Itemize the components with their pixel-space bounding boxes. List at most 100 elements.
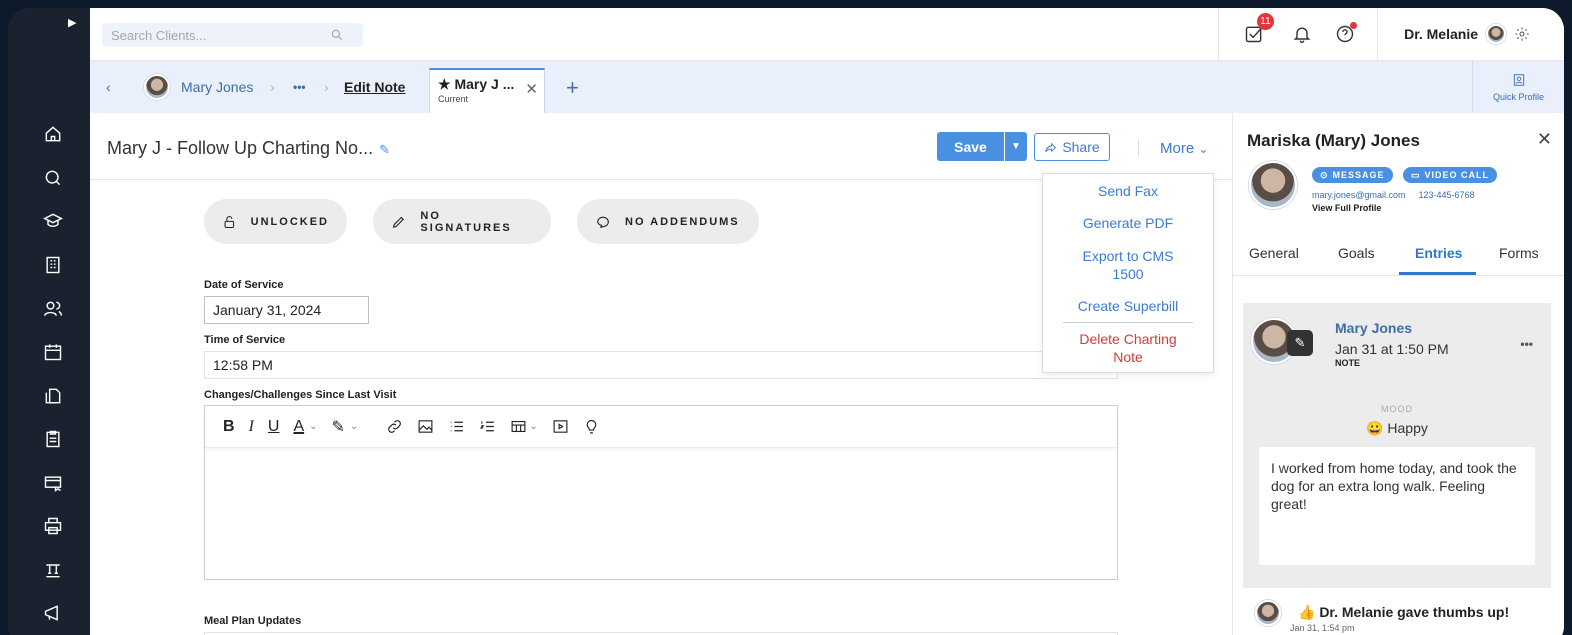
activity-avatar: [1255, 600, 1281, 626]
tab-goals[interactable]: Goals: [1338, 245, 1375, 261]
home-icon[interactable]: [42, 123, 64, 145]
chevron-down-icon: ⌄: [1198, 142, 1209, 156]
bold-icon[interactable]: B: [223, 418, 235, 436]
meal-plan-label: Meal Plan Updates: [204, 615, 302, 627]
breadcrumb-more[interactable]: •••: [293, 61, 306, 113]
unlock-icon: [224, 215, 235, 228]
tab-forms[interactable]: Forms: [1499, 245, 1539, 261]
changes-label: Changes/Challenges Since Last Visit: [204, 389, 397, 401]
client-full-name: Mariska (Mary) Jones: [1247, 131, 1420, 150]
help-icon[interactable]: [1333, 22, 1357, 46]
create-superbill-menu-item[interactable]: Create Superbill: [1043, 298, 1213, 314]
client-search[interactable]: [102, 23, 363, 47]
more-label: More: [1160, 140, 1195, 157]
settings-gear-icon[interactable]: [1514, 26, 1530, 42]
send-fax-menu-item[interactable]: Send Fax: [1043, 183, 1213, 199]
generate-pdf-menu-item[interactable]: Generate PDF: [1043, 215, 1213, 231]
numbered-list-icon[interactable]: [479, 418, 496, 435]
tab-general[interactable]: General: [1249, 245, 1299, 261]
client-phone[interactable]: 123-445-6768: [1419, 190, 1475, 200]
tasks-icon[interactable]: 11: [1242, 13, 1274, 46]
client-avatar: [144, 74, 170, 100]
time-of-service-input[interactable]: 12:58 PM: [204, 351, 1118, 379]
pencil-icon: [392, 216, 404, 228]
user-menu[interactable]: Dr. Melanie: [1404, 24, 1530, 44]
rich-text-editor[interactable]: B I U A ⌄ ✎ ⌄ ⌄: [204, 405, 1118, 580]
top-bar: 11 Dr. Melanie: [90, 8, 1564, 61]
printer-icon[interactable]: [42, 515, 64, 537]
bullet-list-icon[interactable]: [448, 418, 465, 435]
breadcrumb-client[interactable]: Mary Jones: [181, 61, 253, 113]
video-call-label: VIDEO CALL: [1424, 170, 1490, 180]
editor-toolbar: B I U A ⌄ ✎ ⌄ ⌄: [205, 406, 1117, 448]
status-unlocked: UNLOCKED: [204, 199, 347, 244]
video-icon[interactable]: [552, 418, 569, 435]
date-of-service-input[interactable]: January 31, 2024: [204, 296, 369, 324]
user-name: Dr. Melanie: [1404, 26, 1478, 42]
close-tab-icon[interactable]: ✕: [525, 80, 538, 98]
video-call-button[interactable]: ▭ VIDEO CALL: [1403, 167, 1498, 183]
comment-icon: [597, 216, 609, 228]
close-panel-icon[interactable]: ✕: [1537, 129, 1552, 150]
quick-profile-label: Quick Profile: [1492, 91, 1545, 102]
search-input[interactable]: [111, 27, 316, 43]
entry-options-icon[interactable]: •••: [1520, 337, 1533, 351]
expand-sidebar-icon[interactable]: ▶: [68, 16, 76, 29]
share-button[interactable]: Share: [1034, 133, 1110, 161]
highlight-icon[interactable]: ✎ ⌄: [332, 417, 359, 437]
client-email[interactable]: mary.jones@gmail.com: [1312, 190, 1406, 200]
share-label: Share: [1062, 139, 1100, 155]
link-icon[interactable]: [386, 418, 403, 435]
breadcrumb-separator-icon: ›: [324, 79, 329, 95]
underline-icon[interactable]: U: [268, 418, 280, 436]
back-chevron-icon[interactable]: ‹: [106, 61, 111, 113]
scale-icon[interactable]: [42, 559, 64, 581]
breadcrumb-edit-note[interactable]: Edit Note: [344, 61, 405, 113]
message-button[interactable]: ⊙ MESSAGE: [1312, 167, 1393, 183]
building-icon[interactable]: [42, 254, 64, 276]
status-addendums: NO ADDENDUMS: [577, 199, 759, 244]
profile-card-icon: [1513, 73, 1524, 86]
more-dropdown-menu: Send Fax Generate PDF Export to CMS 1500…: [1042, 173, 1214, 373]
font-color-icon[interactable]: A ⌄: [293, 418, 317, 436]
client-profile-panel: Mariska (Mary) Jones ✕ ⊙ MESSAGE ▭ VIDEO C…: [1232, 113, 1564, 635]
documents-icon[interactable]: [42, 385, 64, 407]
megaphone-icon[interactable]: [42, 602, 64, 624]
note-title[interactable]: Mary J - Follow Up Charting No... ✎: [107, 138, 390, 159]
edit-entry-icon[interactable]: ✎: [1287, 330, 1313, 356]
image-icon[interactable]: [417, 418, 434, 435]
clipboard-icon[interactable]: [42, 428, 64, 450]
video-camera-icon: ▭: [1411, 169, 1421, 180]
add-tab-icon[interactable]: +: [566, 75, 579, 101]
chat-icon[interactable]: [42, 167, 64, 189]
tab-bar: ‹ Mary Jones › ••• › Edit Note ★ Mary J …: [90, 61, 1564, 114]
tab-subtitle: Current: [438, 94, 469, 104]
bell-icon[interactable]: [1290, 22, 1314, 46]
tasks-badge: 11: [1257, 13, 1274, 30]
delete-note-menu-item[interactable]: Delete Charting Note: [1043, 330, 1213, 366]
client-photo: [1249, 161, 1297, 209]
graduation-cap-icon[interactable]: [42, 210, 64, 232]
status-label: UNLOCKED: [250, 215, 329, 228]
status-label: NO SIGNATURES: [420, 209, 512, 234]
save-dropdown-chevron-icon[interactable]: ▼: [1005, 132, 1027, 161]
quick-profile-button[interactable]: Quick Profile: [1472, 61, 1564, 113]
italic-icon[interactable]: I: [249, 418, 254, 436]
calendar-icon[interactable]: [42, 341, 64, 363]
view-full-profile-link[interactable]: View Full Profile: [1312, 203, 1381, 213]
users-icon[interactable]: [42, 298, 64, 320]
lightbulb-icon[interactable]: [583, 418, 600, 435]
entry-card[interactable]: ✎ Mary Jones Jan 31 at 1:50 PM NOTE ••• …: [1243, 303, 1551, 588]
search-icon[interactable]: [330, 28, 344, 42]
tab-mary-j[interactable]: ★ Mary J ... Current ✕: [429, 68, 545, 114]
mood-label: MOOD: [1381, 404, 1413, 414]
export-cms-menu-item[interactable]: Export to CMS 1500: [1043, 247, 1213, 283]
billing-card-icon[interactable]: [42, 472, 64, 494]
entry-author: Mary Jones: [1335, 320, 1413, 336]
save-button[interactable]: Save: [937, 132, 1004, 161]
table-icon[interactable]: ⌄: [510, 418, 538, 435]
tab-entries[interactable]: Entries: [1415, 245, 1462, 261]
edit-pencil-icon[interactable]: ✎: [379, 142, 390, 157]
more-menu-button[interactable]: More ⌄: [1160, 140, 1208, 157]
entry-type: NOTE: [1335, 358, 1361, 368]
